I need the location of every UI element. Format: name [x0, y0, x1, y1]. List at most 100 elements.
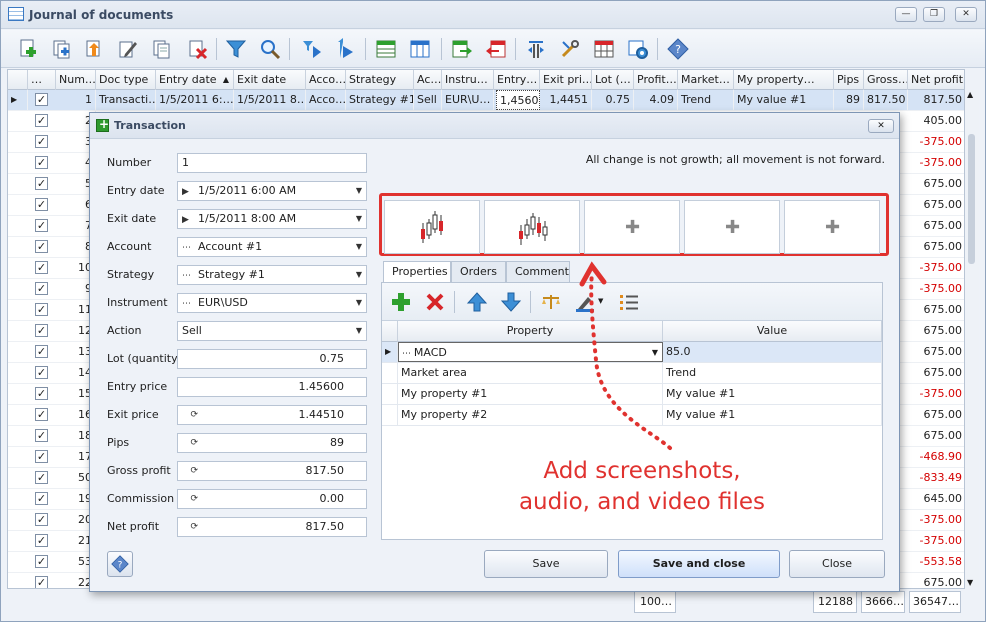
header-net-profit[interactable]: Net profit: [908, 70, 964, 90]
property-value[interactable]: My value #1: [663, 405, 882, 425]
settings-icon[interactable]: [625, 36, 651, 62]
save-button[interactable]: Save: [484, 550, 608, 578]
field-action[interactable]: Sell ▼: [177, 321, 367, 341]
field-exit-price[interactable]: ⟳ 1.44510: [177, 405, 367, 425]
tab-orders[interactable]: Orders: [451, 261, 506, 283]
scroll-thumb[interactable]: [968, 134, 975, 264]
row-checkbox[interactable]: ✓: [35, 408, 48, 421]
search-icon[interactable]: [257, 36, 283, 62]
row-checkbox[interactable]: ✓: [35, 366, 48, 379]
field-lot-quantity[interactable]: 0.75: [177, 349, 367, 369]
row-checkbox[interactable]: ✓: [35, 324, 48, 337]
scroll-up-icon[interactable]: ▲: [967, 90, 973, 99]
header-strategy[interactable]: Strategy: [346, 70, 414, 90]
add-attachment-button[interactable]: ✚: [684, 200, 780, 254]
header-check[interactable]: …: [28, 70, 56, 90]
split-columns-icon[interactable]: [523, 36, 549, 62]
import-icon[interactable]: [81, 36, 107, 62]
row-checkbox[interactable]: ✓: [35, 93, 48, 106]
delete-icon[interactable]: [185, 36, 211, 62]
field-strategy[interactable]: ⋯ Strategy #1 ▼: [177, 265, 367, 285]
field-gross-profit[interactable]: ⟳ 817.50: [177, 461, 367, 481]
field-account[interactable]: ⋯ Account #1 ▼: [177, 237, 367, 257]
add-document-icon[interactable]: [15, 36, 41, 62]
header-my-property[interactable]: My property…: [734, 70, 834, 90]
row-checkbox[interactable]: ✓: [35, 387, 48, 400]
save-and-close-button[interactable]: Save and close: [618, 550, 780, 578]
row-checkbox[interactable]: ✓: [35, 219, 48, 232]
row-checkbox[interactable]: ✓: [35, 198, 48, 211]
tools-icon[interactable]: [557, 36, 583, 62]
property-value[interactable]: Trend: [663, 363, 882, 383]
row-checkbox[interactable]: ✓: [35, 576, 48, 588]
cell-entry-price[interactable]: 1,4560: [496, 90, 540, 110]
row-checkbox[interactable]: ✓: [35, 303, 48, 316]
property-value[interactable]: 85.0: [663, 342, 882, 362]
header-pips[interactable]: Pips: [834, 70, 864, 90]
row-checkbox[interactable]: ✓: [35, 114, 48, 127]
field-exit-date[interactable]: ▶ 1/5/2011 8:00 AM ▼: [177, 209, 367, 229]
grid-layout-icon[interactable]: [373, 36, 399, 62]
header-instrument[interactable]: Instru…: [442, 70, 494, 90]
field-entry-price[interactable]: 1.45600: [177, 377, 367, 397]
delete-property-icon[interactable]: [422, 289, 448, 315]
header-lot[interactable]: Lot (…: [592, 70, 634, 90]
header-market[interactable]: Market…: [678, 70, 734, 90]
row-checkbox[interactable]: ✓: [35, 135, 48, 148]
table-icon[interactable]: [591, 36, 617, 62]
row-checkbox[interactable]: ✓: [35, 555, 48, 568]
header-entry-price[interactable]: Entry…: [494, 70, 540, 90]
row-checkbox[interactable]: ✓: [35, 282, 48, 295]
close-window-button[interactable]: ✕: [955, 7, 977, 22]
copy-document-icon[interactable]: [149, 36, 175, 62]
header-num[interactable]: Num…: [56, 70, 96, 90]
table-row[interactable]: ▶ ✓ 1 Transacti… 1/5/2011 6:… 1/5/2011 8…: [8, 90, 964, 111]
grid-columns-icon[interactable]: [407, 36, 433, 62]
prop-header-value[interactable]: Value: [663, 321, 882, 342]
row-checkbox[interactable]: ✓: [35, 450, 48, 463]
row-checkbox[interactable]: ✓: [35, 345, 48, 358]
header-action[interactable]: Ac…: [414, 70, 442, 90]
field-commission[interactable]: ⟳ 0.00: [177, 489, 367, 509]
row-checkbox[interactable]: ✓: [35, 534, 48, 547]
row-checkbox[interactable]: ✓: [35, 156, 48, 169]
header-exit-date[interactable]: Exit date: [234, 70, 306, 90]
close-button[interactable]: Close: [789, 550, 885, 578]
row-checkbox[interactable]: ✓: [35, 513, 48, 526]
field-entry-date[interactable]: ▶ 1/5/2011 6:00 AM ▼: [177, 181, 367, 201]
move-down-icon[interactable]: [498, 289, 524, 315]
help-icon[interactable]: ?: [665, 36, 691, 62]
add-copy-icon[interactable]: [49, 36, 75, 62]
tab-properties[interactable]: Properties: [383, 261, 451, 283]
add-attachment-button[interactable]: ✚: [784, 200, 880, 254]
row-checkbox[interactable]: ✓: [35, 240, 48, 253]
vertical-scrollbar[interactable]: ▲ ▼: [965, 90, 979, 587]
header-gross[interactable]: Gross…: [864, 70, 908, 90]
sort-up-icon[interactable]: [333, 36, 359, 62]
screenshot-thumbnail[interactable]: [484, 200, 580, 254]
export-icon[interactable]: [449, 36, 475, 62]
header-exit-price[interactable]: Exit pri…: [540, 70, 592, 90]
header-account[interactable]: Acco…: [306, 70, 346, 90]
header-profit[interactable]: Profit…: [634, 70, 678, 90]
dialog-close-button[interactable]: ✕: [868, 119, 894, 133]
row-checkbox[interactable]: ✓: [35, 492, 48, 505]
row-checkbox[interactable]: ✓: [35, 471, 48, 484]
row-checkbox[interactable]: ✓: [35, 177, 48, 190]
header-entry-date[interactable]: Entry date ▲: [156, 70, 234, 90]
row-checkbox[interactable]: ✓: [35, 429, 48, 442]
minimize-button[interactable]: —: [895, 7, 917, 22]
scroll-down-icon[interactable]: ▼: [967, 578, 973, 587]
field-pips[interactable]: ⟳ 89: [177, 433, 367, 453]
property-value[interactable]: My value #1: [663, 384, 882, 404]
add-property-icon[interactable]: [388, 289, 414, 315]
header-doc-type[interactable]: Doc type: [96, 70, 156, 90]
sort-down-icon[interactable]: [299, 36, 325, 62]
move-up-icon[interactable]: [464, 289, 490, 315]
row-checkbox[interactable]: ✓: [35, 261, 48, 274]
field-number[interactable]: 1: [177, 153, 367, 173]
maximize-button[interactable]: ❐: [923, 7, 945, 22]
edit-icon[interactable]: [115, 36, 141, 62]
help-button[interactable]: ?: [107, 551, 133, 577]
screenshot-thumbnail[interactable]: [384, 200, 480, 254]
